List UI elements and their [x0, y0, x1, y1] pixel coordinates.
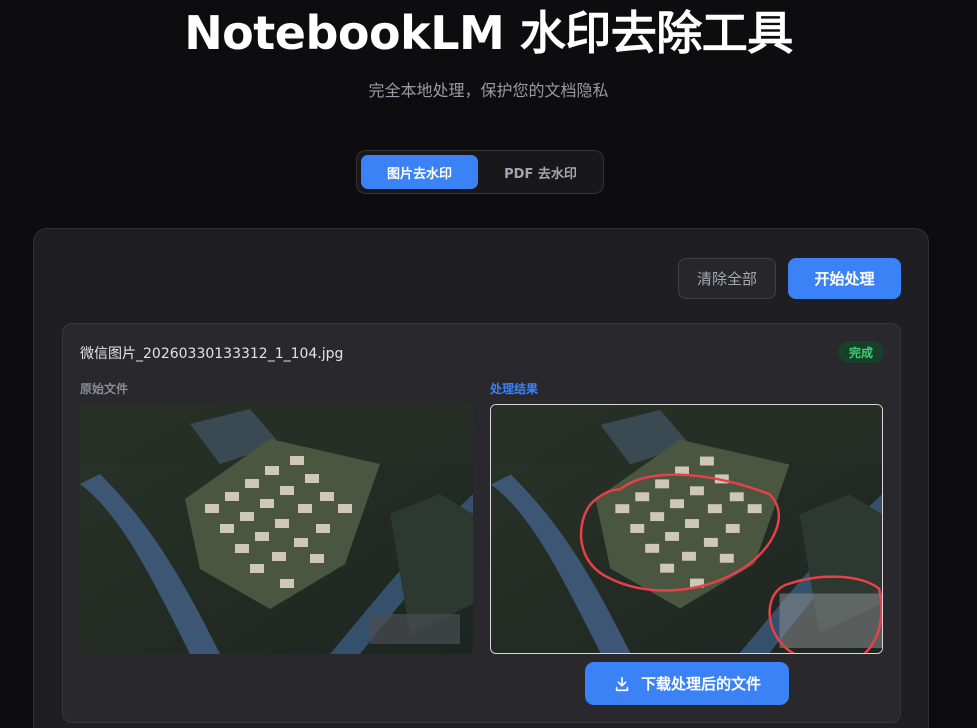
- original-image: [80, 404, 473, 654]
- aerial-render-image: [80, 404, 473, 654]
- download-icon: [615, 676, 629, 691]
- mode-tabs: 图片去水印 PDF 去水印: [356, 150, 604, 194]
- file-card: 微信图片_20260330133312_1_104.jpg 完成 原始文件 处理…: [62, 323, 901, 723]
- tab-pdf-watermark[interactable]: PDF 去水印: [482, 155, 599, 189]
- start-processing-button[interactable]: 开始处理: [788, 258, 901, 299]
- processed-render-image: [491, 405, 882, 653]
- result-image: [490, 404, 883, 654]
- clear-all-button[interactable]: 清除全部: [678, 258, 776, 299]
- status-badge: 完成: [837, 341, 884, 363]
- download-label: 下载处理后的文件: [640, 675, 761, 693]
- file-name: 微信图片_20260330133312_1_104.jpg: [80, 346, 344, 362]
- page-subtitle: 完全本地处理，保护您的文档隐私: [368, 81, 609, 100]
- tab-image-watermark[interactable]: 图片去水印: [361, 155, 478, 189]
- work-panel: 清除全部 开始处理 微信图片_20260330133312_1_104.jpg …: [33, 228, 929, 728]
- page-title: NotebookLM 水印去除工具: [184, 6, 793, 60]
- download-button[interactable]: 下载处理后的文件: [585, 662, 789, 705]
- original-file-label: 原始文件: [80, 382, 129, 396]
- result-label: 处理结果: [490, 382, 539, 396]
- app-page: NotebookLM 水印去除工具 完全本地处理，保护您的文档隐私 图片去水印 …: [0, 0, 977, 728]
